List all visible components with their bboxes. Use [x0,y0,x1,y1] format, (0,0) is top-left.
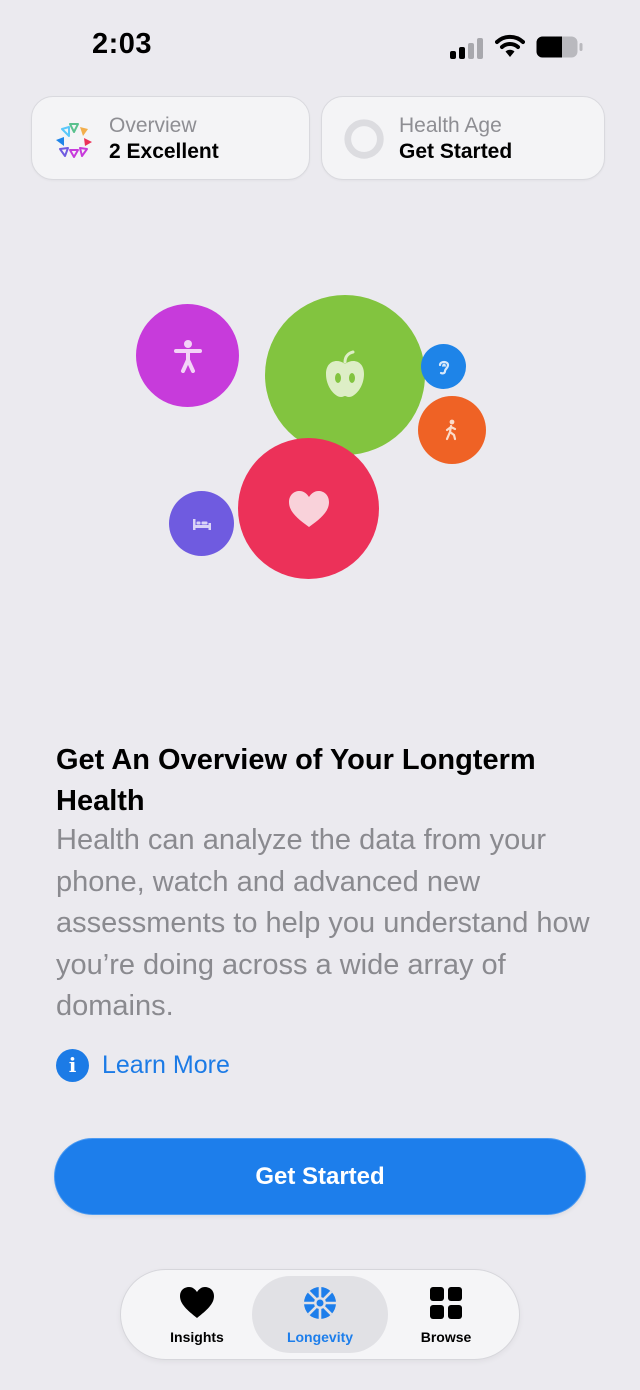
tab-insights[interactable]: Insights [129,1276,265,1353]
tab-insights-label: Insights [170,1329,224,1345]
tab-browse[interactable]: Browse [378,1276,514,1353]
sleep-bubble [169,491,234,556]
overview-card[interactable]: Overview 2 Excellent [31,96,310,180]
ring-icon [344,119,384,159]
status-bar: 2:03 [0,0,640,90]
learn-more-label: Learn More [102,1050,230,1079]
longevity-wheel-icon [304,1287,336,1319]
figure-icon [173,339,202,373]
info-icon: i [56,1048,89,1082]
nutrition-bubble [265,295,425,455]
overview-label: Overview [109,114,197,137]
health-age-value: Get Started [399,140,513,163]
tab-bar: Insights Longevity Browse [120,1269,520,1360]
learn-more-link[interactable]: i Learn More [56,1048,230,1082]
heart-icon [180,1287,214,1318]
cellular-signal-icon [450,37,484,59]
activity-bubble [418,396,486,464]
description-text: Health can analyze the data from your ph… [56,824,590,1022]
mobility-bubble [136,304,239,407]
tab-longevity[interactable]: Longevity [252,1276,388,1353]
apple-icon [326,350,364,397]
walking-figure-icon [445,419,457,441]
page-headline: Get An Overview of Your Longterm Health [56,744,536,817]
overview-value: 2 Excellent [109,140,219,163]
battery-icon [536,36,583,58]
bed-icon [192,518,211,530]
heart-icon [288,490,329,527]
status-time: 2:03 [92,28,153,60]
ear-icon [438,360,449,374]
tab-browse-label: Browse [420,1329,472,1345]
get-started-button[interactable]: Get Started [54,1138,586,1215]
tab-longevity-label: Longevity [286,1329,354,1345]
grid-icon [430,1287,462,1319]
wifi-icon [495,34,525,57]
overview-petals-icon [56,123,92,158]
hearing-bubble [421,344,466,389]
health-age-label: Health Age [399,114,502,137]
heart-bubble [238,438,379,579]
health-age-card[interactable]: Health Age Get Started [321,96,605,180]
